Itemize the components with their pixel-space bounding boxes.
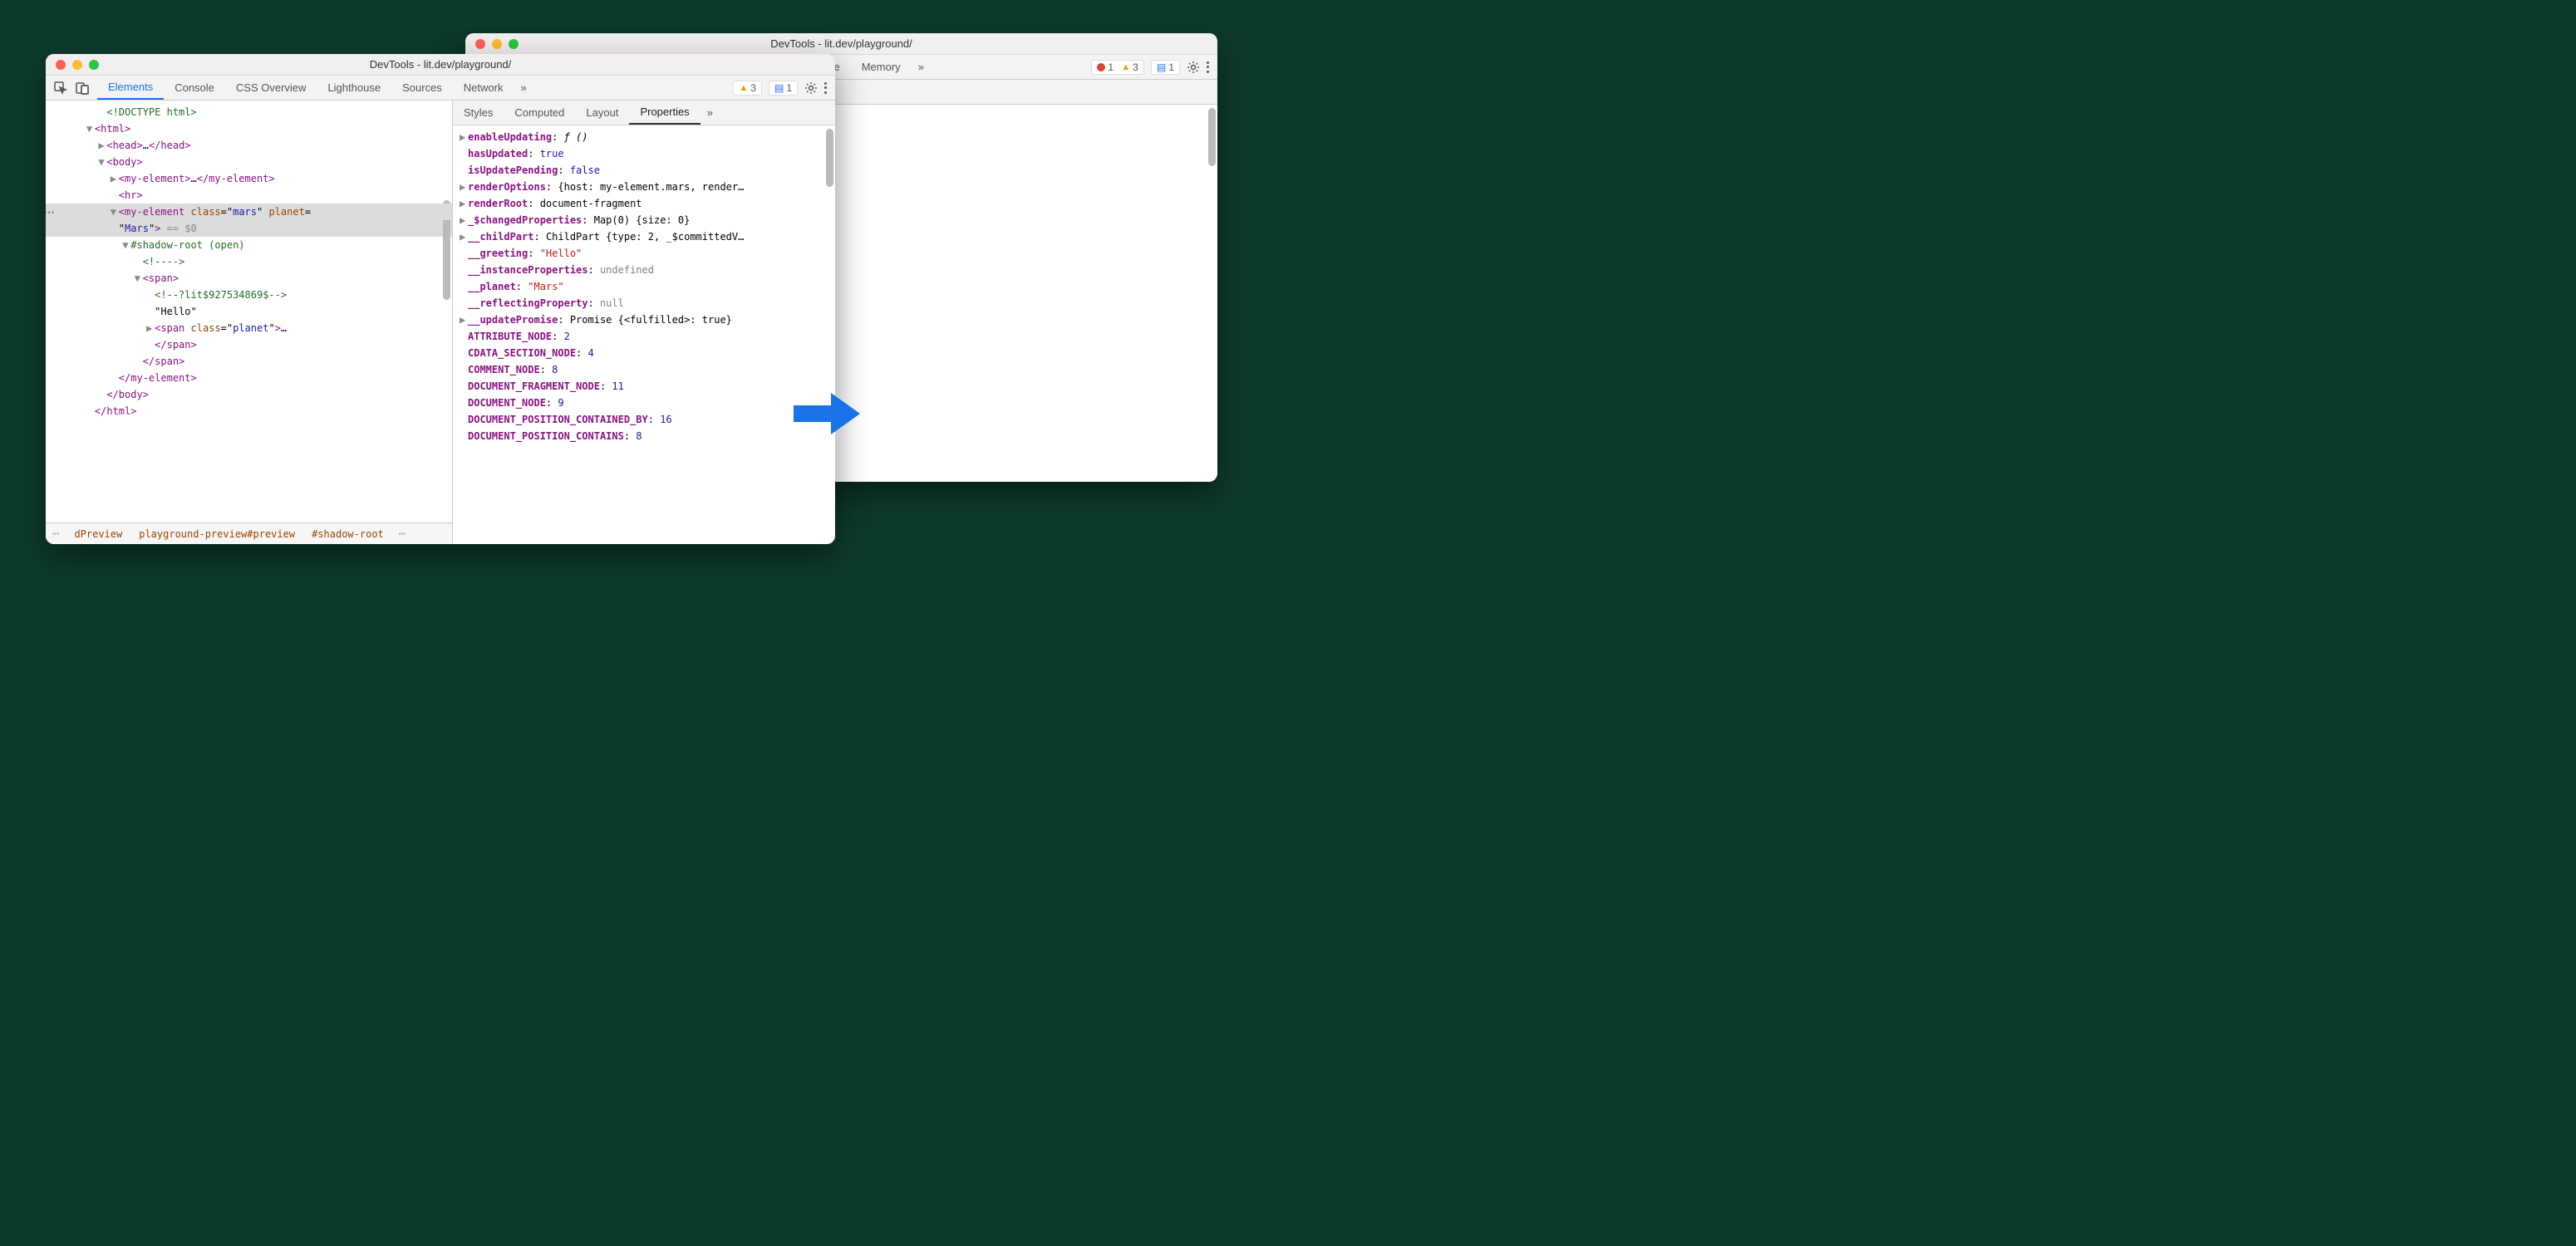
dom-node[interactable]: <!DOCTYPE html> [46, 104, 452, 120]
dom-node[interactable]: ▶<head>…</head> [46, 137, 452, 154]
dom-node[interactable]: </span> [46, 336, 452, 353]
property-row[interactable]: __instanceProperties: undefined [460, 262, 828, 278]
property-row[interactable]: ▶__childPart: ChildPart {type: 2, _$comm… [460, 228, 828, 245]
close-traffic-light[interactable] [475, 39, 485, 49]
property-row[interactable]: __greeting: "Hello" [460, 245, 828, 262]
dom-node[interactable]: ▶<my-element>…</my-element> [46, 170, 452, 187]
tab-console[interactable]: Console [164, 76, 225, 100]
error-badge[interactable]: 1 ▲3 [1091, 60, 1144, 75]
inspect-icon[interactable] [54, 81, 67, 95]
minimize-traffic-light[interactable] [72, 60, 82, 70]
dom-node[interactable]: </span> [46, 353, 452, 370]
property-row[interactable]: ▶renderOptions: {host: my-element.mars, … [460, 179, 828, 195]
breadcrumb-overflow-icon[interactable]: ⋯ [46, 527, 66, 541]
property-row[interactable]: DOCUMENT_POSITION_CONTAINS: 8 [460, 428, 828, 444]
tab-network[interactable]: Network [453, 76, 514, 100]
elements-tree[interactable]: <!DOCTYPE html> ▼<html> ▶<head>…</head> … [46, 101, 452, 522]
dom-node[interactable]: </my-element> [46, 370, 452, 386]
warning-icon: ▲ [1121, 62, 1130, 72]
warnings-badge[interactable]: ▲3 [733, 81, 762, 96]
property-row[interactable]: __reflectingProperty: null [460, 295, 828, 312]
titlebar: DevTools - lit.dev/playground/ [46, 54, 835, 76]
tab-elements[interactable]: Elements [97, 76, 164, 100]
property-row[interactable]: isUpdatePending: false [460, 162, 828, 179]
arrow-icon [794, 389, 860, 439]
scrollbar-thumb[interactable] [1208, 108, 1216, 166]
property-row[interactable]: ▶_$changedProperties: Map(0) {size: 0} [460, 212, 828, 228]
device-icon[interactable] [76, 81, 89, 95]
tab-css-overview[interactable]: CSS Overview [225, 76, 317, 100]
tab-sources[interactable]: Sources [391, 76, 453, 100]
property-row[interactable]: CDATA_SECTION_NODE: 4 [460, 345, 828, 361]
property-row[interactable]: ▶enableUpdating: ƒ () [460, 129, 828, 145]
messages-badge[interactable]: ▤1 [1151, 60, 1180, 75]
traffic-lights [465, 39, 532, 49]
breadcrumb-bar: ⋯dPreviewplayground-preview#preview#shad… [46, 522, 452, 544]
tabs-more-icon[interactable]: » [514, 81, 533, 94]
breadcrumb-item[interactable]: dPreview [66, 528, 130, 540]
dom-node[interactable]: ▼#shadow-root (open) [46, 237, 452, 253]
warning-icon: ▲ [739, 83, 748, 93]
property-row[interactable]: DOCUMENT_NODE: 9 [460, 395, 828, 411]
subtab-computed[interactable]: Computed [504, 101, 575, 125]
settings-icon[interactable] [1187, 61, 1200, 74]
property-row[interactable]: ▶renderRoot: document-fragment [460, 195, 828, 212]
close-traffic-light[interactable] [56, 60, 66, 70]
settings-icon[interactable] [804, 81, 818, 95]
kebab-menu-icon[interactable] [1207, 61, 1209, 73]
zoom-traffic-light[interactable] [509, 39, 519, 49]
zoom-traffic-light[interactable] [89, 60, 99, 70]
main-tabs: ElementsConsoleCSS OverviewLighthouseSou… [97, 76, 514, 100]
message-icon: ▤ [1157, 61, 1166, 73]
tab-lighthouse[interactable]: Lighthouse [317, 76, 391, 100]
property-row[interactable]: COMMENT_NODE: 8 [460, 361, 828, 378]
subtab-layout[interactable]: Layout [575, 101, 629, 125]
traffic-lights [46, 60, 112, 70]
dom-node[interactable]: ▼<my-element class="mars" planet= [46, 204, 452, 220]
devtools-window-front: DevTools - lit.dev/playground/ ElementsC… [46, 54, 835, 544]
dom-node[interactable]: </html> [46, 403, 452, 419]
subtab-styles[interactable]: Styles [453, 101, 504, 125]
dom-node[interactable]: </body> [46, 386, 452, 403]
tab-memory[interactable]: Memory [851, 55, 912, 79]
window-title: DevTools - lit.dev/playground/ [532, 37, 1217, 50]
messages-badge[interactable]: ▤1 [769, 81, 798, 96]
dom-node[interactable]: ▼<body> [46, 154, 452, 170]
right-subtabs: StylesComputedLayoutProperties» [453, 101, 835, 125]
property-row[interactable]: ATTRIBUTE_NODE: 2 [460, 328, 828, 345]
breadcrumb-item[interactable]: playground-preview#preview [130, 528, 303, 540]
dom-node[interactable]: <!--?lit$927534869$--> [46, 287, 452, 303]
dom-node[interactable]: ▶<span class="planet">… [46, 320, 452, 336]
breadcrumb-overflow-icon[interactable]: ⋯ [392, 527, 412, 541]
property-row[interactable]: ▶__updatePromise: Promise {<fulfilled>: … [460, 312, 828, 328]
scrollbar-thumb[interactable] [826, 129, 833, 187]
dom-node[interactable]: <hr> [46, 187, 452, 204]
dom-node[interactable]: ▼<html> [46, 120, 452, 137]
main-toolbar: ElementsConsoleCSS OverviewLighthouseSou… [46, 76, 835, 101]
property-row[interactable]: hasUpdated: true [460, 145, 828, 162]
kebab-menu-icon[interactable] [824, 82, 827, 94]
tabs-more-icon[interactable]: » [912, 61, 931, 73]
property-row[interactable]: DOCUMENT_FRAGMENT_NODE: 11 [460, 378, 828, 395]
dom-node[interactable]: "Mars"> == $0 [46, 220, 452, 237]
titlebar: DevTools - lit.dev/playground/ [465, 33, 1217, 55]
property-row[interactable]: __planet: "Mars" [460, 278, 828, 295]
property-row[interactable]: DOCUMENT_POSITION_CONTAINED_BY: 16 [460, 411, 828, 428]
minimize-traffic-light[interactable] [492, 39, 502, 49]
subtab-properties[interactable]: Properties [629, 101, 700, 125]
breadcrumb-item[interactable]: #shadow-root [303, 528, 392, 540]
dom-node[interactable]: "Hello" [46, 303, 452, 320]
properties-panel[interactable]: ▶enableUpdating: ƒ () hasUpdated: true i… [453, 125, 835, 544]
subtabs-more-icon[interactable]: » [701, 106, 720, 119]
window-title: DevTools - lit.dev/playground/ [112, 58, 835, 71]
dom-node[interactable]: <!----> [46, 253, 452, 270]
message-icon: ▤ [774, 82, 784, 94]
dom-node[interactable]: ▼<span> [46, 270, 452, 287]
